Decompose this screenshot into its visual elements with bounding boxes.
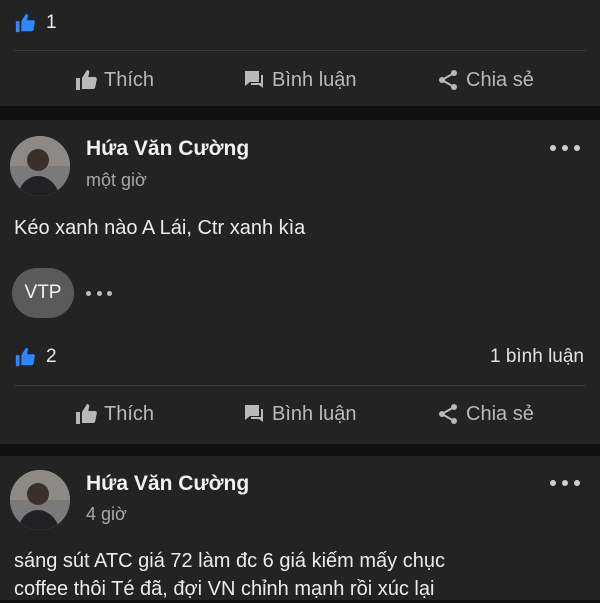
action-bar: Thích Bình luận Chia sẻ <box>0 52 600 108</box>
post-options-button[interactable] <box>550 473 580 493</box>
like-button[interactable]: Thích <box>74 386 154 442</box>
more-dot <box>574 145 580 151</box>
share-button[interactable]: Chia sẻ <box>436 52 534 108</box>
comment-count-link[interactable]: 1 bình luận <box>490 346 584 368</box>
comment-button[interactable]: Bình luận <box>242 52 357 108</box>
post-separator <box>0 444 600 456</box>
like-button[interactable]: Thích <box>74 52 154 108</box>
comment-icon <box>245 405 263 422</box>
comment-label: Bình luận <box>272 402 357 425</box>
comment-button[interactable]: Bình luận <box>242 386 357 442</box>
post-card: Hứa Văn Cường một giờ Kéo xanh nào A Lái… <box>0 120 600 444</box>
avatar-image <box>10 136 70 196</box>
post-text: Kéo xanh nào A Lái, Ctr xanh kìa <box>14 217 306 239</box>
share-label: Chia sẻ <box>466 68 534 91</box>
more-reactors-button[interactable] <box>86 288 112 298</box>
more-dot <box>562 480 568 486</box>
reaction-summary[interactable]: 1 <box>0 2 600 42</box>
like-summary[interactable]: 1 <box>14 12 57 34</box>
post-card-previous: 1 Thích Bình luận Chia sẻ <box>0 0 600 106</box>
post-text-line-2: coffee thôi Té đã, đợi VN chỉnh mạnh rồi… <box>14 578 435 600</box>
more-dot <box>562 145 568 151</box>
like-label: Thích <box>104 68 155 91</box>
post-separator <box>0 106 600 120</box>
more-dot <box>107 290 112 296</box>
post-time[interactable]: 4 giờ <box>86 504 127 525</box>
share-label: Chia sẻ <box>466 402 534 425</box>
more-dot <box>86 290 91 296</box>
avatar[interactable] <box>10 470 70 530</box>
like-count: 1 <box>46 12 57 33</box>
post-card: Hứa Văn Cường 4 giờ sáng sút ATC giá 72 … <box>0 456 600 600</box>
more-dot <box>96 290 102 296</box>
share-button[interactable]: Chia sẻ <box>436 386 534 442</box>
reaction-summary: 2 1 bình luận <box>0 336 600 376</box>
author-name[interactable]: Hứa Văn Cường <box>86 472 249 496</box>
like-badge-icon <box>15 13 35 33</box>
share-icon <box>439 70 457 90</box>
avatar[interactable] <box>10 136 70 196</box>
like-count: 2 <box>46 346 57 367</box>
like-label: Thích <box>104 402 155 425</box>
post-time[interactable]: một giờ <box>86 170 147 191</box>
more-dots-icon <box>550 145 556 151</box>
like-badge-icon <box>15 347 35 367</box>
thumbs-up-icon <box>76 70 97 90</box>
post-options-button[interactable] <box>550 138 580 158</box>
reactor-avatar[interactable]: VTP <box>12 268 74 318</box>
more-dots-icon <box>550 480 556 486</box>
thumbs-up-icon <box>76 404 97 424</box>
avatar-image <box>10 470 70 530</box>
author-name[interactable]: Hứa Văn Cường <box>86 137 249 161</box>
like-summary[interactable]: 2 <box>14 346 57 368</box>
action-bar: Thích Bình luận Chia sẻ <box>0 386 600 442</box>
share-icon <box>439 404 457 424</box>
more-dot <box>574 480 580 486</box>
comment-label: Bình luận <box>272 68 357 91</box>
post-text-line-1: sáng sút ATC giá 72 làm đc 6 giá kiếm mấ… <box>14 550 445 572</box>
divider <box>14 50 586 51</box>
comment-icon <box>245 71 263 88</box>
